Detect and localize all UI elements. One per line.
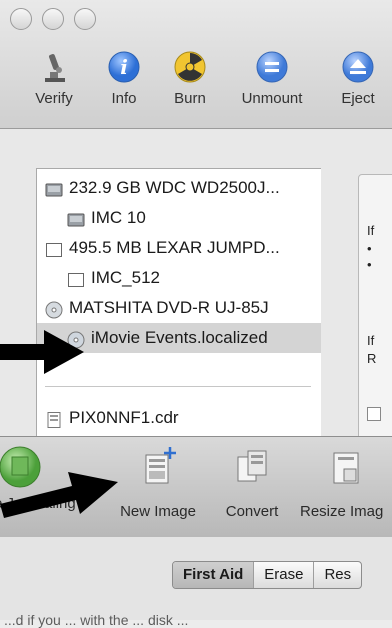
burn-label: Burn	[174, 90, 206, 107]
close-window-button[interactable]	[10, 8, 32, 30]
tab-first-aid[interactable]: First Aid	[173, 562, 255, 588]
volume-icon	[67, 269, 85, 287]
list-item-label: 495.5 MB LEXAR JUMPD...	[69, 238, 280, 257]
list-item[interactable]: PIX0NNF1.cdr	[37, 403, 321, 433]
list-item-label: PIX0NNF1.cdr	[69, 408, 179, 427]
convert-button[interactable]: Convert	[214, 445, 290, 520]
usb-drive-icon	[45, 239, 63, 257]
description-text: ...d if you ... with the ... disk ...	[4, 612, 189, 628]
eject-icon	[341, 50, 375, 84]
eject-label: Eject	[341, 90, 375, 107]
panel-text: If	[367, 223, 375, 238]
list-item[interactable]: IMC 10	[37, 203, 321, 233]
optical-drive-icon	[45, 299, 63, 319]
info-icon: i	[107, 50, 141, 84]
hard-drive-icon	[45, 179, 63, 197]
unmount-label: Unmount	[241, 90, 303, 107]
verify-label: Verify	[35, 90, 73, 107]
list-item-label: IMC 10	[91, 208, 146, 227]
panel-text: If	[367, 333, 375, 348]
list-separator	[45, 386, 311, 387]
info-button[interactable]: i Info	[86, 50, 162, 107]
disk-list-sidebar[interactable]: 232.9 GB WDC WD2500J... IMC 10 495.5 MB …	[36, 168, 321, 436]
list-item-label: MATSHITA DVD-R UJ-85J	[69, 298, 269, 317]
annotation-arrow-new-image	[0, 472, 118, 518]
disk-image-icon	[45, 409, 63, 428]
microscope-icon	[37, 50, 71, 84]
convert-label: Convert	[225, 503, 279, 520]
resize-image-icon	[326, 445, 366, 489]
resize-image-label: Resize Imag	[300, 503, 384, 520]
panel-text: •	[367, 241, 372, 256]
list-item[interactable]: MATSHITA DVD-R UJ-85J	[37, 293, 321, 323]
first-aid-panel: If • • If R	[358, 174, 392, 436]
eject-button[interactable]: Eject	[320, 50, 392, 107]
panel-text: R	[367, 351, 377, 366]
unmount-button[interactable]: Unmount	[234, 50, 310, 107]
list-item-label: iMovie Events.localized	[91, 328, 268, 347]
checkbox[interactable]	[367, 407, 381, 421]
panel-text: •	[367, 257, 372, 272]
burn-icon	[173, 50, 207, 84]
tab-erase[interactable]: Erase	[254, 562, 315, 588]
tab-bar: First Aid Erase Res	[172, 561, 363, 589]
verify-button[interactable]: Verify	[16, 50, 92, 107]
list-item[interactable]: 232.9 GB WDC WD2500J...	[37, 173, 321, 203]
unmount-icon	[255, 50, 289, 84]
list-item[interactable]: 495.5 MB LEXAR JUMPD...	[37, 233, 321, 263]
burn-button[interactable]: Burn	[152, 50, 228, 107]
convert-icon	[232, 445, 272, 489]
tab-restore[interactable]: Res	[314, 562, 361, 588]
window-titlebar-toolbar: Verify i Info Burn Unmount Eject	[0, 0, 392, 129]
resize-image-button[interactable]: Resize Imag	[298, 445, 392, 520]
annotation-arrow-sidebar	[0, 330, 84, 374]
list-item-label: IMC_512	[91, 268, 160, 287]
zoom-window-button[interactable]	[74, 8, 96, 30]
list-item[interactable]: IMC_512	[37, 263, 321, 293]
svg-text:i: i	[120, 55, 128, 79]
minimize-window-button[interactable]	[42, 8, 64, 30]
volume-icon	[67, 209, 85, 227]
new-image-icon	[138, 445, 178, 489]
list-item-label: 232.9 GB WDC WD2500J...	[69, 178, 280, 197]
info-label: Info	[111, 90, 137, 107]
